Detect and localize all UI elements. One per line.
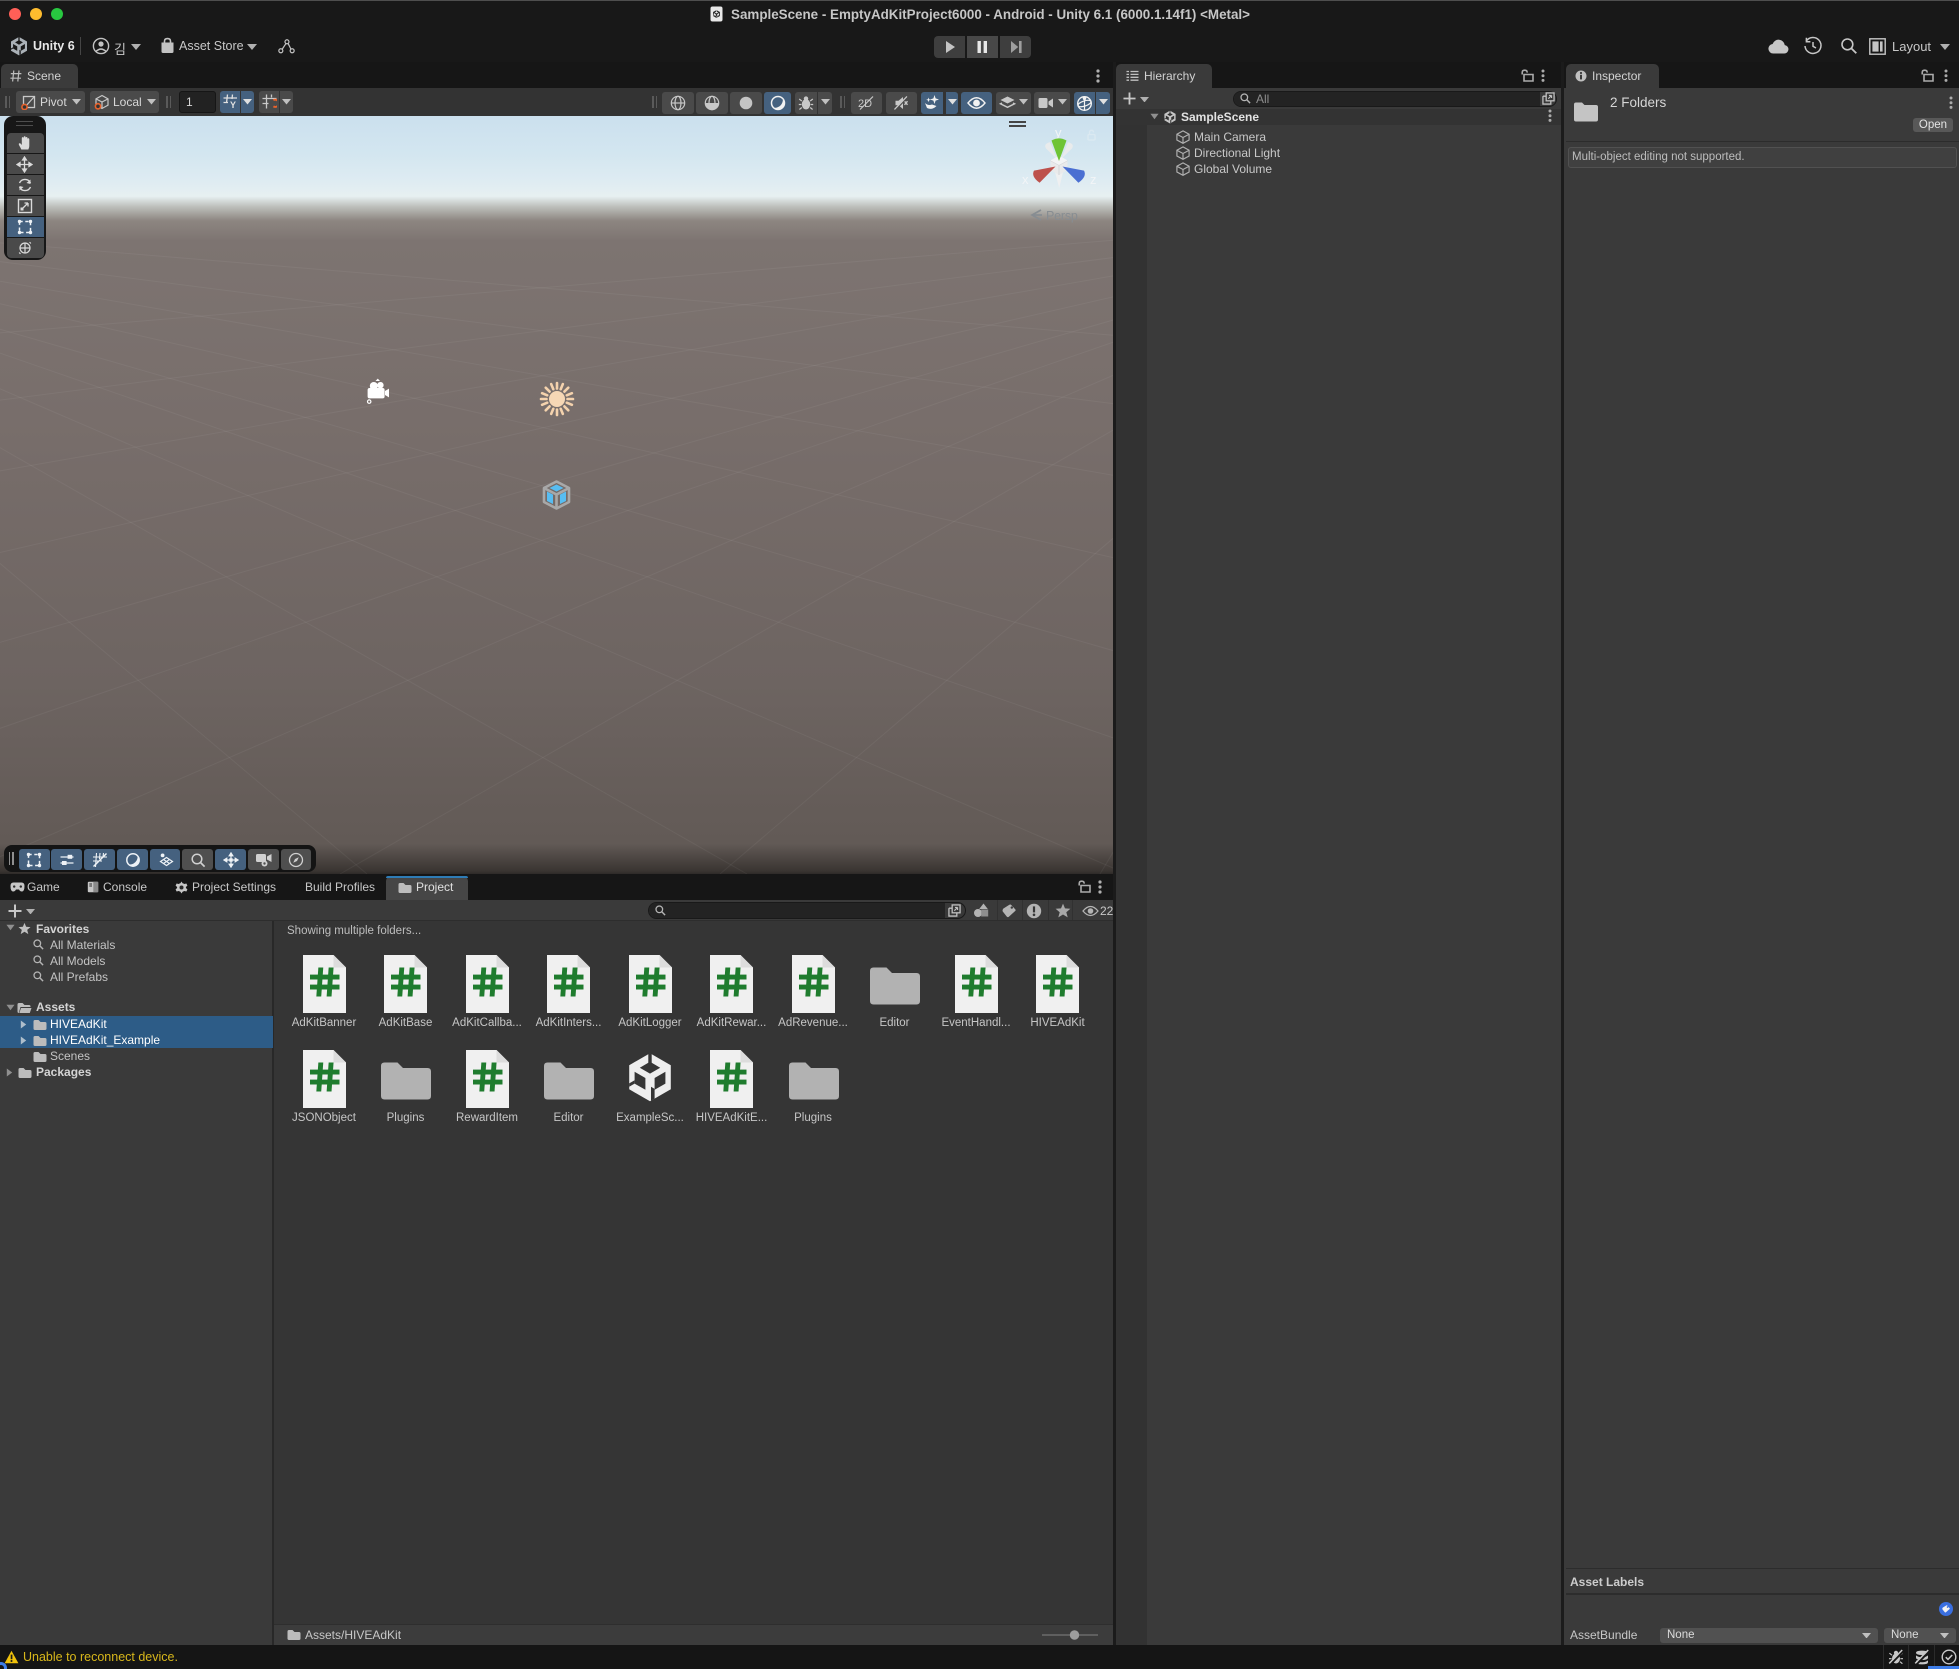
svg-text:x: x bbox=[1022, 172, 1029, 187]
svg-text:Y: Y bbox=[230, 100, 236, 109]
svg-text:y: y bbox=[1055, 126, 1062, 140]
svg-text:z: z bbox=[1090, 172, 1096, 187]
